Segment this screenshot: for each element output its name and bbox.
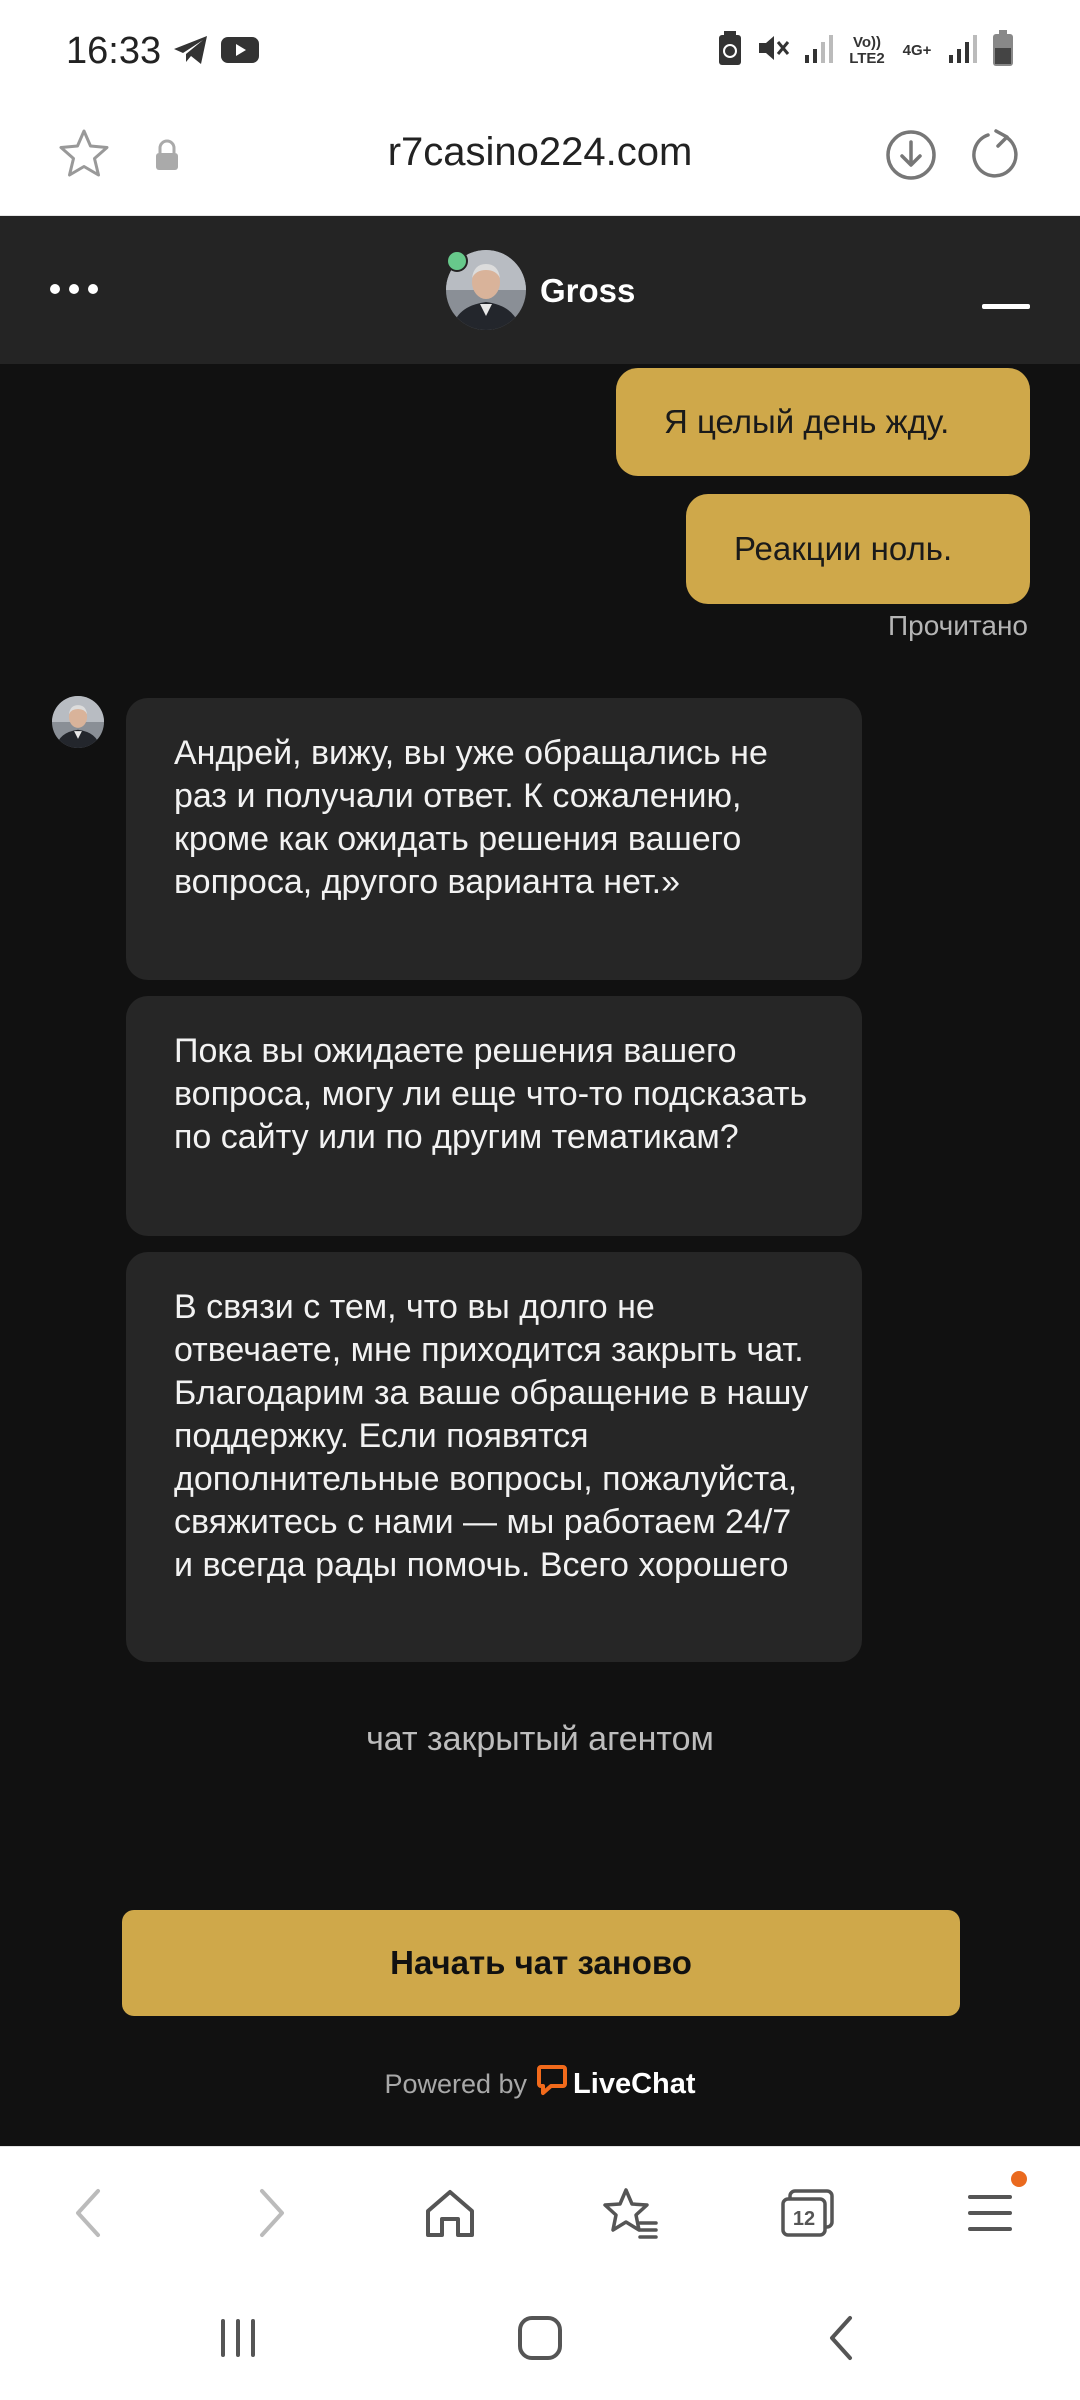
livechat-brand: LiveChat — [537, 2064, 696, 2104]
chat-closed-note: чат закрытый агентом — [366, 1720, 714, 1758]
home-icon[interactable] — [418, 2181, 482, 2245]
chat-header: Gross — [0, 216, 1080, 364]
read-status: Прочитано — [888, 610, 1028, 641]
minimize-button[interactable] — [982, 304, 1030, 309]
url-bar: r7casino224.com — [0, 100, 1080, 216]
menu-icon[interactable] — [958, 2181, 1022, 2245]
forward-icon[interactable] — [240, 2181, 304, 2245]
tabs-icon[interactable]: 12 — [776, 2181, 840, 2245]
agent-name: Gross — [540, 272, 636, 309]
agent-avatar-small — [52, 696, 104, 748]
restart-chat-button[interactable]: Начать чат заново — [122, 1910, 960, 2016]
powered-by[interactable]: Powered by LiveChat — [0, 2064, 1080, 2104]
battery-saver-icon — [718, 31, 742, 70]
mute-icon — [756, 32, 790, 69]
notification-dot — [1011, 2171, 1027, 2187]
home-button-icon[interactable] — [508, 2306, 572, 2370]
livechat-brand-text: LiveChat — [573, 2067, 696, 2100]
message-incoming: Пока вы ожидаете решения вашего вопроса,… — [126, 996, 862, 1236]
youtube-icon — [220, 35, 260, 70]
download-icon[interactable] — [882, 126, 940, 189]
network-label-1: Vo)) LTE2 — [849, 33, 885, 67]
recent-apps-icon[interactable] — [206, 2306, 270, 2370]
tabs-count: 12 — [793, 2208, 815, 2230]
browser-toolbar: 12 — [0, 2146, 1080, 2276]
powered-by-text: Powered by — [384, 2068, 528, 2099]
status-time: 16:33 — [66, 30, 162, 72]
bookmarks-icon[interactable] — [598, 2181, 662, 2245]
more-options-icon[interactable] — [50, 284, 98, 294]
message-outgoing: Реакции ноль. — [686, 494, 1030, 604]
status-left-icons — [172, 34, 260, 71]
telegram-icon — [172, 34, 210, 71]
signal-icon — [804, 33, 834, 68]
system-back-icon[interactable] — [810, 2306, 874, 2370]
signal-icon-2 — [948, 33, 978, 68]
livechat-logo-icon — [537, 2064, 568, 2104]
restart-chat-label: Начать чат заново — [390, 1944, 692, 1981]
online-status-dot — [446, 250, 468, 272]
message-incoming: Андрей, вижу, вы уже обращались не раз и… — [126, 698, 862, 980]
message-text: В связи с тем, что вы долго не отвечаете… — [174, 1288, 809, 1584]
reload-icon[interactable] — [966, 126, 1024, 189]
battery-icon — [992, 30, 1014, 71]
message-text: Я целый день жду. — [664, 403, 950, 440]
message-incoming: В связи с тем, что вы долго не отвечаете… — [126, 1252, 862, 1662]
status-bar: 16:33 Vo)) LTE2 4G+ — [0, 0, 1080, 100]
message-text: Пока вы ожидаете решения вашего вопроса,… — [174, 1032, 808, 1156]
chat-messages[interactable]: Я целый день жду. Реакции ноль. Прочитан… — [0, 364, 1080, 2146]
network-label-2: 4G+ — [902, 41, 932, 59]
status-right-icons: Vo)) LTE2 4G+ — [718, 30, 1014, 71]
system-navigation-bar — [0, 2276, 1080, 2400]
message-text: Реакции ноль. — [734, 530, 953, 567]
message-outgoing: Я целый день жду. — [616, 368, 1030, 476]
back-icon[interactable] — [56, 2181, 120, 2245]
message-text: Андрей, вижу, вы уже обращались не раз и… — [174, 734, 768, 901]
